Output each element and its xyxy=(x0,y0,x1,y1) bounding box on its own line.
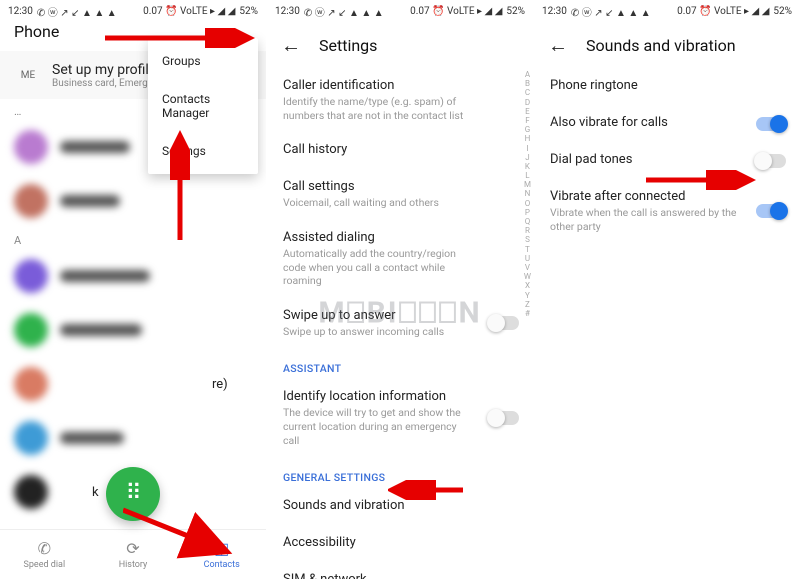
status-bar: 12:30✆ ⓦ ↗ ↙ ▲ ▲ ▲ 0.07 ⏰ VoLTE ▸ ◢ ◢52% xyxy=(0,0,266,22)
setting-also-vibrate[interactable]: Also vibrate for calls xyxy=(534,105,800,142)
setting-call-history[interactable]: Call history xyxy=(267,132,533,169)
overflow-menu: Groups Contacts Manager Settings xyxy=(148,38,258,174)
status-bar: 12:30✆ ⓦ ↗ ↙ ▲ ▲ ▲ 0.07 ⏰ VoLTE ▸ ◢ ◢52% xyxy=(534,0,800,22)
contact-row[interactable] xyxy=(0,249,266,303)
toggle-vibrate-after[interactable] xyxy=(756,204,786,218)
setting-swipe-up[interactable]: Swipe up to answerSwipe up to answer inc… xyxy=(267,298,533,349)
setting-phone-ringtone[interactable]: Phone ringtone xyxy=(534,68,800,105)
toggle-swipe-up[interactable] xyxy=(489,316,519,330)
toggle-dial-pad-tones[interactable] xyxy=(756,154,786,168)
toggle-also-vibrate[interactable] xyxy=(756,117,786,131)
menu-item-settings[interactable]: Settings xyxy=(148,132,258,170)
annotation-arrow xyxy=(646,170,756,190)
menu-item-contacts-manager[interactable]: Contacts Manager xyxy=(148,80,258,132)
sounds-header: ← Sounds and vibration xyxy=(534,22,800,68)
setting-caller-id[interactable]: Caller identificationIdentify the name/t… xyxy=(267,68,533,132)
annotation-arrow xyxy=(388,480,468,500)
setting-accessibility[interactable]: Accessibility xyxy=(267,525,533,562)
back-icon[interactable]: ← xyxy=(281,33,301,58)
contact-row[interactable] xyxy=(0,303,266,357)
tab-speed-dial[interactable]: ✆Speed dial xyxy=(0,530,89,579)
contact-row[interactable]: re) xyxy=(0,357,266,411)
phone-app-pane: 12:30✆ ⓦ ↗ ↙ ▲ ▲ ▲ 0.07 ⏰ VoLTE ▸ ◢ ◢52%… xyxy=(0,0,266,579)
settings-title: Settings xyxy=(319,36,377,55)
sounds-vibration-pane: 12:30✆ ⓦ ↗ ↙ ▲ ▲ ▲ 0.07 ⏰ VoLTE ▸ ◢ ◢52%… xyxy=(533,0,800,579)
me-badge: ME xyxy=(14,61,42,89)
setting-sim-network[interactable]: SIM & network xyxy=(267,562,533,579)
annotation-arrow xyxy=(170,130,190,240)
setting-identify-location[interactable]: Identify location informationThe device … xyxy=(267,379,533,457)
contact-row[interactable] xyxy=(0,411,266,465)
back-icon[interactable]: ← xyxy=(548,33,568,58)
phone-icon: ✆ xyxy=(38,539,51,558)
sounds-title: Sounds and vibration xyxy=(586,36,736,55)
settings-header: ← Settings xyxy=(267,22,533,68)
annotation-arrow xyxy=(105,28,255,48)
section-assistant: ASSISTANT xyxy=(267,348,533,379)
annotation-arrow xyxy=(123,500,233,560)
status-bar: 12:30✆ ⓦ ↗ ↙ ▲ ▲ ▲ 0.07 ⏰ VoLTE ▸ ◢ ◢52% xyxy=(267,0,533,22)
contact-row[interactable] xyxy=(0,174,266,228)
setting-assisted-dialing[interactable]: Assisted dialingAutomatically add the co… xyxy=(267,220,533,298)
index-a: A xyxy=(0,228,266,249)
toggle-identify-location[interactable] xyxy=(489,411,519,425)
setting-call-settings[interactable]: Call settingsVoicemail, call waiting and… xyxy=(267,169,533,220)
